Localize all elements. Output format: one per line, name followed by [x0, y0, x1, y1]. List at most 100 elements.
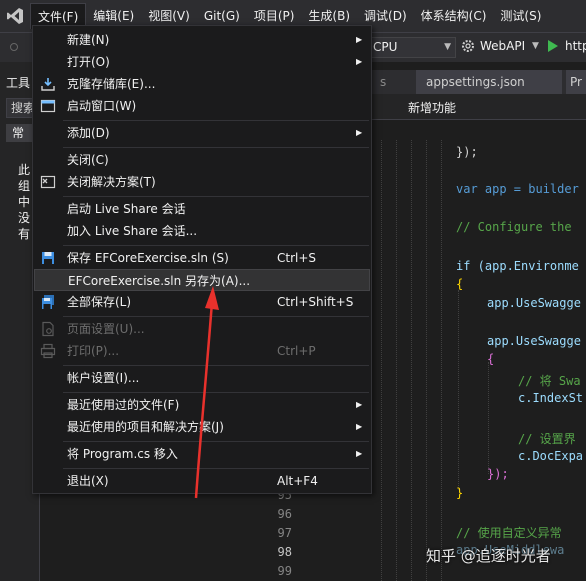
submenu-arrow-icon: ▶ — [356, 35, 363, 44]
menu-item-shortcut: Ctrl+P — [277, 344, 316, 358]
menu-separator — [63, 468, 369, 469]
menu-item-label: 打印(P)... — [67, 344, 120, 358]
menu-separator — [63, 196, 369, 197]
menu-item-save-as[interactable]: EFCoreExercise.sln 另存为(A)... — [34, 269, 370, 291]
code-line: }); — [456, 145, 478, 159]
menu-item-label: 最近使用过的文件(F) — [67, 398, 180, 412]
menu-item-save[interactable]: 保存 EFCoreExercise.sln (S) Ctrl+S — [34, 247, 370, 269]
menu-item-label: 最近使用的项目和解决方案(J) — [67, 420, 224, 434]
file-menu-dropdown: 新建(N) ▶ 打开(O) ▶ 克隆存储库(E)... 启动窗口(W) 添加(D… — [32, 25, 372, 494]
menu-item-print: 打印(P)... Ctrl+P — [34, 340, 370, 362]
navigate-back-icon[interactable] — [10, 43, 18, 51]
menu-item-label: 保存 EFCoreExercise.sln (S) — [67, 251, 229, 265]
chevron-down-icon[interactable]: ▼ — [532, 41, 539, 51]
menu-item-save-all[interactable]: 全部保存(L) Ctrl+Shift+S — [34, 291, 370, 313]
submenu-arrow-icon: ▶ — [356, 449, 363, 458]
play-icon[interactable] — [547, 39, 559, 56]
menu-item-page-setup: 页面设置(U)... — [34, 318, 370, 340]
code-line: { — [487, 352, 495, 366]
menu-item-close-solution[interactable]: 关闭解决方案(T) — [34, 171, 370, 193]
code-line: { — [456, 277, 464, 291]
menu-item-exit[interactable]: 退出(X) Alt+F4 — [34, 470, 370, 492]
save-all-icon — [40, 294, 56, 310]
menu-item-shortcut: Ctrl+S — [277, 251, 317, 265]
menu-item-label: 启动 Live Share 会话 — [67, 202, 186, 216]
menu-item-add[interactable]: 添加(D) ▶ — [34, 122, 370, 144]
menu-item-join-live-share[interactable]: 加入 Live Share 会话... — [34, 220, 370, 242]
menu-item-label: 添加(D) — [67, 126, 110, 140]
menu-item-label: 退出(X) — [67, 474, 109, 488]
menu-item-shortcut: Alt+F4 — [277, 474, 318, 488]
watermark: 知乎 @追逐时光者 — [426, 547, 551, 565]
startup-project-select[interactable]: WebAPI — [480, 39, 525, 53]
chevron-down-icon: ▼ — [444, 42, 451, 52]
whats-new-tab[interactable]: 新增功能 — [408, 99, 456, 116]
menu-separator — [63, 147, 369, 148]
menu-item-open[interactable]: 打开(O) ▶ — [34, 51, 370, 73]
menu-item-label: 启动窗口(W) — [67, 99, 137, 113]
indent-guide — [441, 140, 442, 581]
menu-item-label: 页面设置(U)... — [67, 322, 145, 336]
menu-item-start-window[interactable]: 启动窗口(W) — [34, 95, 370, 117]
run-target-button[interactable]: http — [565, 39, 586, 53]
indent-guide — [411, 140, 412, 581]
gear-icon[interactable] — [461, 39, 475, 56]
menu-item-label: 打开(O) — [67, 55, 110, 69]
menu-item-close[interactable]: 关闭(C) — [34, 149, 370, 171]
menu-separator — [63, 441, 369, 442]
tab-partial[interactable]: s — [370, 70, 397, 94]
line-number: 96 — [277, 507, 292, 521]
code-line: } — [456, 486, 464, 500]
menu-item-recent-files[interactable]: 最近使用过的文件(F) ▶ — [34, 394, 370, 416]
menu-item-move-program[interactable]: 将 Program.cs 移入 ▶ — [34, 443, 370, 465]
code-line: c.DocExpa — [518, 449, 584, 463]
print-icon — [40, 343, 56, 359]
menu-item-label: 新建(N) — [67, 33, 110, 47]
code-line: }); — [487, 467, 509, 481]
indent-guide — [488, 362, 489, 474]
tab-appsettings[interactable]: appsettings.json — [416, 70, 562, 94]
submenu-arrow-icon: ▶ — [356, 400, 363, 409]
menu-item-recent-projects[interactable]: 最近使用的项目和解决方案(J) ▶ — [34, 416, 370, 438]
clone-icon — [40, 76, 56, 92]
menu-item-label: 关闭解决方案(T) — [67, 175, 156, 189]
menu-item-label: 加入 Live Share 会话... — [67, 224, 198, 238]
menu-separator — [63, 245, 369, 246]
platform-select-value: CPU — [373, 40, 398, 54]
indent-guide — [458, 290, 459, 490]
menu-separator — [63, 120, 369, 121]
code-line: c.IndexSt — [518, 391, 584, 405]
code-line: // 将 Swa — [518, 374, 581, 388]
menu-item-label: 克隆存储库(E)... — [67, 77, 156, 91]
close-solution-icon — [40, 174, 56, 190]
submenu-arrow-icon: ▶ — [356, 128, 363, 137]
submenu-arrow-icon: ▶ — [356, 422, 363, 431]
menu-item-shortcut: Ctrl+Shift+S — [277, 295, 354, 309]
menu-separator — [63, 316, 369, 317]
toolbox-title: 工具 — [6, 76, 31, 90]
code-line: // Configure the — [456, 220, 572, 234]
code-line: // 使用自定义异常 — [456, 526, 562, 540]
menu-separator — [63, 365, 369, 366]
platform-select[interactable]: CPU ▼ — [366, 37, 456, 58]
menu-separator — [63, 392, 369, 393]
menu-item-new[interactable]: 新建(N) ▶ — [34, 29, 370, 51]
line-number: 97 — [277, 526, 292, 540]
editor-subbar — [372, 94, 586, 120]
indent-guide — [396, 140, 397, 581]
code-line: app.UseSwagge — [487, 296, 581, 310]
menu-item-label: 全部保存(L) — [67, 295, 132, 309]
tab-program[interactable]: Pr — [566, 70, 586, 94]
visual-studio-logo-icon[interactable] — [0, 0, 30, 32]
indent-guide — [381, 140, 382, 581]
editor-tab-strip: s appsettings.json Pr — [370, 70, 586, 94]
menu-item-label: 关闭(C) — [67, 153, 109, 167]
menu-test[interactable]: 测试(S) — [493, 3, 548, 29]
menu-item-account-settings[interactable]: 帐户设置(I)... — [34, 367, 370, 389]
page-setup-icon — [40, 321, 56, 337]
menu-item-start-live-share[interactable]: 启动 Live Share 会话 — [34, 198, 370, 220]
menu-item-clone-repo[interactable]: 克隆存储库(E)... — [34, 73, 370, 95]
start-window-icon — [40, 98, 56, 114]
menu-architecture[interactable]: 体系结构(C) — [414, 3, 494, 29]
line-number: 98 — [277, 545, 292, 559]
